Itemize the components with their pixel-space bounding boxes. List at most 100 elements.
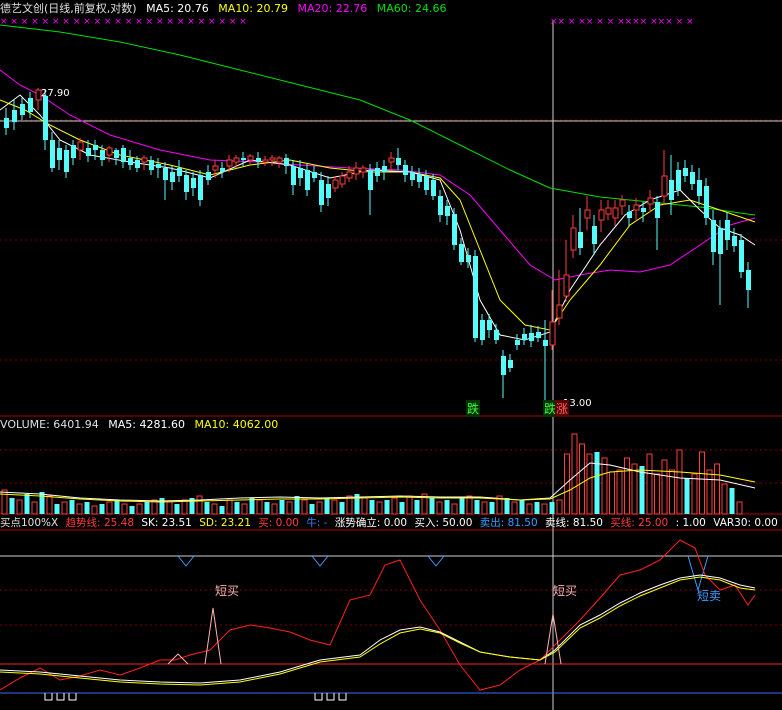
- volume-bar: [451, 503, 458, 515]
- candle-body: [480, 320, 485, 340]
- volume-bar: [361, 497, 368, 515]
- signal-markers: × × × × × × × × × × × × × × × × × × × × …: [0, 17, 694, 27]
- volume-bar: [699, 451, 705, 515]
- candle-body: [647, 197, 654, 205]
- candle-body: [12, 110, 17, 122]
- volume-bar: [721, 483, 728, 515]
- volume-bar: [76, 503, 83, 515]
- candle-body: [305, 170, 310, 190]
- volume-bar: [571, 433, 578, 515]
- candle-body: [212, 165, 219, 171]
- candle-body: [410, 172, 415, 180]
- zhang-signal: 涨: [555, 400, 570, 417]
- candle-body: [269, 157, 276, 161]
- candle-body: [529, 333, 534, 341]
- volume-bar: [519, 500, 525, 514]
- candle-body: [452, 214, 457, 245]
- candle-body: [50, 140, 55, 168]
- volume-bar: [714, 463, 720, 515]
- high-price-label: 27.90: [41, 88, 70, 99]
- candle-body: [697, 180, 702, 196]
- chart-canvas[interactable]: × × × × × × × × × × × × × × × × × × × × …: [0, 0, 782, 710]
- candle-body: [121, 148, 126, 162]
- candle-body: [339, 175, 346, 185]
- candle-body: [669, 180, 674, 200]
- volume-bar: [541, 503, 548, 515]
- candle-body: [466, 255, 471, 262]
- candle-body: [473, 256, 478, 338]
- volume-bar: [691, 473, 698, 515]
- volume-bar: [219, 506, 225, 514]
- volume-bar: [384, 500, 390, 514]
- candle-body: [690, 172, 695, 184]
- volume-bar: [106, 501, 113, 515]
- candle-body: [711, 220, 716, 252]
- candle-body: [353, 167, 360, 175]
- volume-bar: [481, 501, 488, 515]
- volume-bar: [99, 504, 105, 514]
- volume-bar: [234, 502, 240, 514]
- candle-body: [592, 226, 597, 244]
- volume-bar: [399, 502, 405, 514]
- candle-body: [515, 340, 520, 345]
- candle-body: [93, 145, 98, 150]
- volume-bar: [639, 466, 645, 514]
- volume-bar: [684, 478, 690, 514]
- candle-body: [459, 244, 464, 262]
- candle-body: [633, 204, 640, 211]
- volume-bar: [489, 502, 495, 514]
- candle-body: [627, 212, 632, 218]
- trend-line: [0, 539, 756, 691]
- volume-bar: [526, 503, 533, 515]
- candle-body: [149, 160, 154, 170]
- candle-body: [135, 160, 140, 168]
- candle-body: [291, 166, 296, 185]
- candle-body: [198, 175, 203, 200]
- volume-bar: [54, 504, 60, 514]
- ma10-line: [0, 99, 756, 331]
- volume-bar: [646, 453, 653, 515]
- volume-bar: [736, 501, 743, 515]
- candle-body: [431, 180, 436, 196]
- volume-bar: [601, 457, 608, 515]
- candle-body: [746, 270, 751, 290]
- candle-body: [403, 165, 408, 175]
- volume-bar: [166, 501, 173, 515]
- volume-bar: [39, 492, 45, 514]
- volume-bar: [474, 500, 480, 514]
- candle-body: [508, 360, 513, 368]
- candle-body: [563, 274, 570, 297]
- candle-body: [206, 172, 211, 180]
- candle-body: [177, 168, 182, 176]
- candle-body: [725, 220, 730, 240]
- candle-body: [114, 150, 119, 158]
- candle-body: [388, 157, 395, 163]
- volume-bar: [91, 505, 98, 515]
- candle-body: [536, 332, 541, 338]
- candle-body: [704, 186, 709, 218]
- volume-bar: [16, 499, 23, 515]
- volume-bar: [9, 498, 15, 514]
- volume-bar: [69, 500, 75, 514]
- volume-bar: [676, 449, 683, 515]
- volume-bar: [241, 503, 248, 515]
- candle-body: [241, 158, 246, 160]
- volume-bar: [264, 502, 270, 514]
- candle-body: [417, 174, 422, 182]
- candle-body: [77, 141, 84, 151]
- volume-bar: [459, 498, 465, 514]
- candle-body: [184, 175, 189, 192]
- candle-body: [298, 168, 303, 178]
- volume-bar: [196, 495, 203, 515]
- volume-bar: [271, 503, 278, 515]
- candle-body: [326, 184, 331, 198]
- candle-body: [641, 208, 646, 212]
- volume-bar: [579, 443, 585, 515]
- candle-body: [71, 145, 76, 158]
- volume-bar: [144, 502, 150, 514]
- volume-bars: [1, 433, 743, 515]
- volume-bar: [534, 502, 540, 514]
- sk-line: [0, 574, 756, 684]
- candle-body: [501, 356, 506, 375]
- candle-body: [64, 150, 69, 172]
